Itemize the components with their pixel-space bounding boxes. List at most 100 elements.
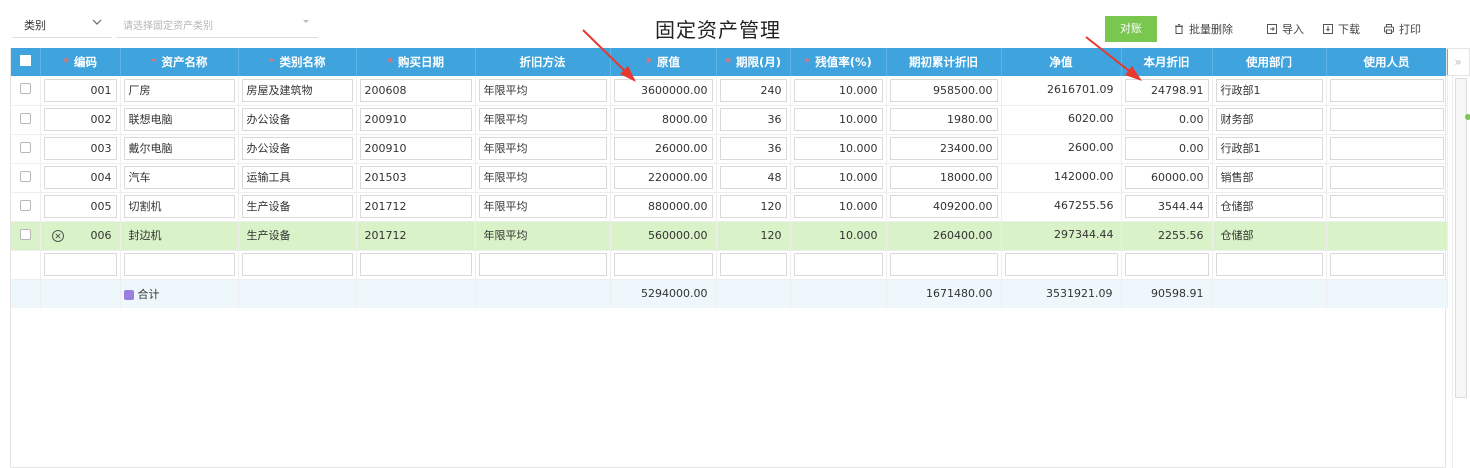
expand-panel-button[interactable]: » (1446, 48, 1470, 76)
cell-value[interactable]: 2600.00 (1005, 137, 1118, 160)
cell-value[interactable]: 467255.56 (1005, 195, 1118, 218)
cell-value[interactable] (123, 253, 235, 276)
cell-name[interactable]: 厂房 (120, 76, 239, 106)
cell-date[interactable] (356, 250, 476, 280)
cell-term[interactable]: 120 (716, 221, 791, 251)
cell-value[interactable]: 36 (719, 137, 787, 160)
row-select-cell[interactable] (11, 221, 41, 251)
column-header[interactable]: * 编码 (40, 48, 121, 76)
user-input[interactable] (1329, 78, 1444, 102)
table-row[interactable]: 002 联想电脑 办公设备 200910 年限平均 8000.00 36 10.000 1980… (11, 105, 1448, 135)
cell-value[interactable]: 10.000 (793, 224, 883, 247)
column-header[interactable]: * 类别名称 (238, 48, 357, 76)
column-header[interactable]: 本月折旧 (1121, 48, 1213, 76)
cell-opening-dep[interactable]: 23400.00 (886, 134, 1002, 164)
cell-category[interactable]: 运输工具 (238, 163, 357, 193)
cell-value[interactable]: 10.000 (793, 137, 883, 160)
column-header[interactable]: * 原值 (610, 48, 717, 76)
cell-name[interactable] (120, 250, 239, 280)
table-row[interactable]: 006 封边机 生产设备 201712 年限平均 560000.00 120 10.000 26… (11, 221, 1448, 251)
import-button[interactable]: 导入 (1266, 21, 1304, 37)
cell-residual[interactable] (790, 250, 887, 280)
cell-original[interactable] (610, 250, 717, 280)
column-header[interactable]: * 残值率(%) (790, 48, 887, 76)
cell-value[interactable]: 0.00 (1124, 108, 1209, 131)
cell-code[interactable]: 006 (40, 221, 121, 251)
cell-value[interactable]: 24798.91 (1124, 78, 1209, 102)
row-checkbox[interactable] (19, 112, 31, 124)
cell-value[interactable]: 200608 (359, 78, 472, 102)
cell-original[interactable]: 8000.00 (610, 105, 717, 135)
cell-method[interactable]: 年限平均 (475, 192, 611, 222)
row-checkbox[interactable] (19, 199, 31, 211)
caret-down-icon[interactable] (300, 15, 312, 27)
cell-value[interactable]: 409200.00 (889, 195, 998, 218)
cell-monthly-dep[interactable]: 2255.56 (1121, 221, 1213, 251)
cell-value[interactable]: 年限平均 (478, 108, 607, 131)
cell-value[interactable]: 48 (719, 166, 787, 189)
cell-value[interactable]: 297344.44 (1005, 224, 1118, 247)
row-select-cell[interactable] (11, 105, 41, 135)
cell-method[interactable]: 年限平均 (475, 163, 611, 193)
cell-value[interactable]: 厂房 (123, 78, 235, 102)
cell-value[interactable]: 120 (719, 195, 787, 218)
cell-value[interactable]: 8000.00 (613, 108, 713, 131)
cell-name[interactable]: 联想电脑 (120, 105, 239, 135)
row-checkbox[interactable] (19, 83, 31, 94)
table-row[interactable]: 004 汽车 运输工具 201503 年限平均 220000.00 48 10.000 1800… (11, 163, 1448, 193)
cell-net[interactable]: 2600.00 (1001, 134, 1122, 164)
cell-residual[interactable]: 10.000 (790, 221, 887, 251)
cell-code[interactable]: 004 (40, 163, 121, 193)
cell-net[interactable] (1001, 250, 1122, 280)
cell-value[interactable]: 120 (719, 224, 787, 247)
cell-value[interactable]: 26000.00 (613, 137, 713, 160)
cell-code[interactable]: 001 (40, 76, 121, 106)
cell-user[interactable] (1326, 134, 1448, 164)
cell-original[interactable]: 26000.00 (610, 134, 717, 164)
cell-value[interactable]: 201712 (359, 195, 472, 218)
scrollbar-thumb[interactable] (1455, 78, 1467, 398)
cell-value[interactable]: 220000.00 (613, 166, 713, 189)
cell-value[interactable] (241, 253, 353, 276)
column-header[interactable]: * 期限(月) (716, 48, 791, 76)
column-header[interactable]: 期初累计折旧 (886, 48, 1002, 76)
row-checkbox[interactable] (19, 141, 31, 153)
cell-value[interactable]: 生产设备 (241, 224, 353, 247)
cell-category[interactable]: 办公设备 (238, 105, 357, 135)
cell-opening-dep[interactable] (886, 250, 1002, 280)
cell-value[interactable]: 运输工具 (241, 166, 353, 189)
select-all-cell[interactable] (11, 48, 41, 76)
cell-opening-dep[interactable]: 1980.00 (886, 105, 1002, 135)
cell-code[interactable]: 003 (40, 134, 121, 164)
cell-residual[interactable]: 10.000 (790, 76, 887, 106)
cell-net[interactable]: 297344.44 (1001, 221, 1122, 251)
cell-date[interactable]: 200608 (356, 76, 476, 106)
user-input[interactable] (1329, 108, 1444, 131)
reconcile-button[interactable]: 对账 (1105, 16, 1157, 42)
cell-opening-dep[interactable]: 18000.00 (886, 163, 1002, 193)
row-checkbox[interactable] (19, 170, 31, 182)
cell-value[interactable]: 办公设备 (241, 108, 353, 131)
cell-category[interactable]: 办公设备 (238, 134, 357, 164)
cell-value[interactable]: 880000.00 (613, 195, 713, 218)
row-select-cell[interactable] (11, 163, 41, 193)
cell-residual[interactable]: 10.000 (790, 105, 887, 135)
cell-value[interactable]: 142000.00 (1005, 166, 1118, 189)
cell-monthly-dep[interactable] (1121, 250, 1213, 280)
cell-value[interactable]: 年限平均 (478, 137, 607, 160)
cell-term[interactable]: 240 (716, 76, 791, 106)
table-row[interactable]: 003 戴尔电脑 办公设备 200910 年限平均 26000.00 36 10.000 234… (11, 134, 1448, 164)
cell-value[interactable]: 10.000 (793, 195, 883, 218)
cell-date[interactable]: 200910 (356, 134, 476, 164)
cell-value[interactable]: 006 (43, 224, 117, 247)
cell-value[interactable]: 联想电脑 (123, 108, 235, 131)
cell-value[interactable]: 2616701.09 (1005, 79, 1118, 102)
download-button[interactable]: 下载 (1322, 21, 1360, 37)
cell-net[interactable]: 6020.00 (1001, 105, 1122, 135)
row-select-cell[interactable] (11, 76, 41, 106)
cell-user[interactable] (1326, 250, 1448, 280)
cell-value[interactable]: 18000.00 (889, 166, 998, 189)
cell-term[interactable]: 36 (716, 134, 791, 164)
column-header[interactable]: 净值 (1001, 48, 1122, 76)
cell-value[interactable]: 仓储部 (1215, 195, 1323, 218)
